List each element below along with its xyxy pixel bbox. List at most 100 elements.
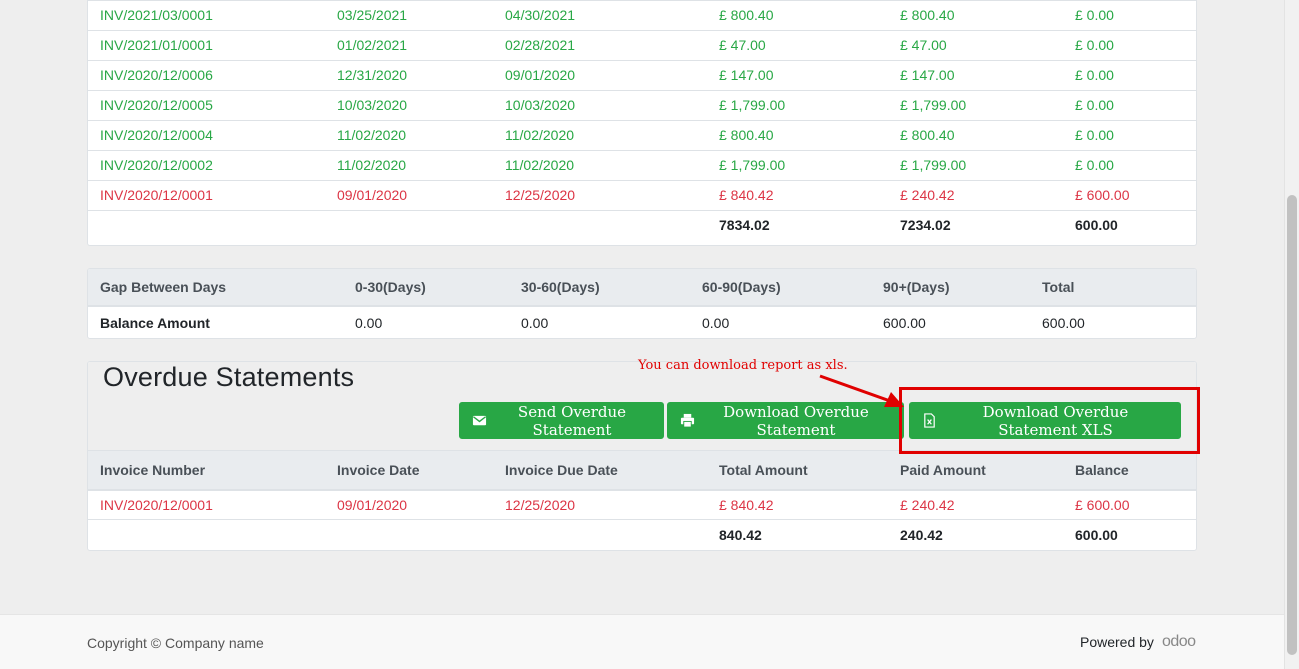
printer-icon: [680, 413, 695, 428]
invoice-date: 11/02/2020: [337, 126, 407, 143]
aging-balance-row: Balance Amount 0.00 0.00 0.00 600.00 600…: [88, 306, 1196, 338]
invoice-total: £ 1,799.00: [719, 96, 786, 113]
table-row[interactable]: INV/2020/12/0006 12/31/2020 09/01/2020 £…: [88, 60, 1196, 90]
annotation-arrow-icon: [819, 374, 904, 407]
invoice-number[interactable]: INV/2020/12/0004: [88, 120, 325, 150]
invoice-date: 10/03/2020: [337, 96, 408, 113]
aging-value-0-30: 0.00: [355, 314, 383, 331]
paid-amount-sum: 7234.02: [900, 217, 951, 234]
powered-by[interactable]: Powered by odoo: [1080, 633, 1196, 651]
invoice-date: 09/01/2020: [337, 496, 408, 513]
table-row[interactable]: INV/2020/12/0004 11/02/2020 11/02/2020 £…: [88, 120, 1196, 150]
table-row[interactable]: INV/2020/12/0001 09/01/2020 12/25/2020 £…: [88, 490, 1196, 520]
table-row[interactable]: INV/2021/03/0001 03/25/2021 04/30/2021 £…: [88, 0, 1196, 30]
invoice-paid: £ 800.40: [900, 6, 955, 23]
aging-header-row: Gap Between Days 0-30(Days) 30-60(Days) …: [88, 269, 1196, 306]
invoice-balance: £ 0.00: [1075, 96, 1114, 113]
header-invoice-due-date: Invoice Due Date: [505, 461, 618, 478]
invoice-due-date: 10/03/2020: [505, 96, 576, 113]
invoice-date: 01/02/2021: [337, 36, 408, 53]
aging-header-30-60: 30-60(Days): [521, 279, 600, 295]
invoice-balance: £ 0.00: [1075, 126, 1114, 143]
invoice-paid: £ 1,799.00: [900, 156, 967, 173]
table-row[interactable]: INV/2021/01/0001 01/02/2021 02/28/2021 £…: [88, 30, 1196, 60]
invoice-balance: £ 600.00: [1075, 496, 1130, 513]
invoice-paid: £ 147.00: [900, 66, 955, 83]
invoice-date: 03/25/2021: [337, 6, 408, 23]
invoice-total: £ 800.40: [719, 126, 774, 143]
invoice-number[interactable]: INV/2021/03/0001: [88, 0, 325, 30]
invoice-total: £ 1,799.00: [719, 156, 786, 173]
header-total-amount: Total Amount: [719, 461, 808, 478]
invoice-number[interactable]: INV/2020/12/0001: [88, 180, 325, 210]
invoice-due-date: 12/25/2020: [505, 496, 576, 513]
aging-value-60-90: 0.00: [702, 314, 730, 331]
annotation-note: You can download report as xls.: [638, 358, 848, 373]
powered-by-label: Powered by: [1080, 634, 1154, 650]
invoice-paid: £ 800.40: [900, 126, 955, 143]
aging-header-90-plus: 90+(Days): [883, 279, 950, 295]
invoice-table-card: INV/2021/03/0001 03/25/2021 04/30/2021 £…: [87, 0, 1197, 246]
header-invoice-date: Invoice Date: [337, 461, 420, 478]
overdue-title: Overdue Statements: [103, 362, 355, 392]
copyright-text: Copyright © Company name: [87, 635, 264, 651]
invoice-number[interactable]: INV/2020/12/0001: [88, 490, 325, 520]
table-row[interactable]: INV/2020/12/0001 09/01/2020 12/25/2020 £…: [88, 180, 1196, 210]
invoice-total: £ 800.40: [719, 6, 774, 23]
invoice-balance: £ 0.00: [1075, 36, 1114, 53]
invoice-date: 12/31/2020: [337, 66, 408, 83]
aging-table: Gap Between Days 0-30(Days) 30-60(Days) …: [88, 269, 1196, 338]
invoice-total: £ 47.00: [719, 36, 766, 53]
vertical-scrollbar[interactable]: [1284, 0, 1299, 669]
invoice-balance: £ 0.00: [1075, 6, 1114, 23]
invoice-total: £ 147.00: [719, 66, 774, 83]
footer: Copyright © Company name Powered by odoo: [0, 614, 1284, 669]
invoice-date: 11/02/2020: [337, 156, 407, 173]
balance-sum: 600.00: [1075, 217, 1118, 234]
annotation-highlight-box: [899, 387, 1200, 454]
scrollbar-thumb[interactable]: [1287, 195, 1297, 655]
aging-header-60-90: 60-90(Days): [702, 279, 781, 295]
table-row[interactable]: INV/2020/12/0002 11/02/2020 11/02/2020 £…: [88, 150, 1196, 180]
overdue-table: Invoice Number Invoice Date Invoice Due …: [88, 450, 1196, 551]
invoice-paid: £ 47.00: [900, 36, 947, 53]
invoice-table: INV/2021/03/0001 03/25/2021 04/30/2021 £…: [88, 0, 1196, 241]
page-content: INV/2021/03/0001 03/25/2021 04/30/2021 £…: [0, 0, 1284, 614]
aging-value-90-plus: 600.00: [883, 314, 926, 331]
invoice-due-date: 02/28/2021: [505, 36, 576, 53]
invoice-number[interactable]: INV/2020/12/0002: [88, 150, 325, 180]
aging-table-card: Gap Between Days 0-30(Days) 30-60(Days) …: [87, 268, 1197, 339]
invoice-balance: £ 600.00: [1075, 186, 1130, 203]
invoice-paid: £ 1,799.00: [900, 96, 967, 113]
invoice-due-date: 09/01/2020: [505, 66, 576, 83]
overdue-balance-sum: 600.00: [1075, 527, 1118, 544]
table-row[interactable]: INV/2020/12/0005 10/03/2020 10/03/2020 £…: [88, 90, 1196, 120]
aging-value-30-60: 0.00: [521, 314, 549, 331]
invoice-due-date: 11/02/2020: [505, 156, 575, 173]
aging-row-label: Balance Amount: [100, 314, 210, 331]
totals-row: 840.42 240.42 600.00: [88, 519, 1196, 551]
send-overdue-statement-label: Send Overdue Statement: [517, 402, 627, 439]
invoice-due-date: 04/30/2021: [505, 6, 576, 23]
envelope-icon: [472, 415, 487, 426]
invoice-total: £ 840.42: [719, 186, 774, 203]
invoice-number[interactable]: INV/2021/01/0001: [88, 30, 325, 60]
aging-header-total: Total: [1042, 279, 1075, 295]
invoice-date: 09/01/2020: [337, 186, 408, 203]
header-balance: Balance: [1075, 461, 1129, 478]
invoice-due-date: 12/25/2020: [505, 186, 576, 203]
totals-row: 7834.02 7234.02 600.00: [88, 210, 1196, 241]
overdue-total-sum: 840.42: [719, 527, 762, 544]
invoice-number[interactable]: INV/2020/12/0006: [88, 60, 325, 90]
header-paid-amount: Paid Amount: [900, 461, 986, 478]
overdue-header-row: Invoice Number Invoice Date Invoice Due …: [88, 450, 1196, 490]
send-overdue-statement-button[interactable]: Send Overdue Statement: [459, 402, 664, 439]
aging-header-0-30: 0-30(Days): [355, 279, 426, 295]
invoice-total: £ 840.42: [719, 496, 774, 513]
invoice-paid: £ 240.42: [900, 496, 955, 513]
odoo-logo[interactable]: odoo: [1162, 633, 1196, 651]
invoice-balance: £ 0.00: [1075, 66, 1114, 83]
total-amount-sum: 7834.02: [719, 217, 770, 234]
invoice-number[interactable]: INV/2020/12/0005: [88, 90, 325, 120]
overdue-paid-sum: 240.42: [900, 527, 943, 544]
